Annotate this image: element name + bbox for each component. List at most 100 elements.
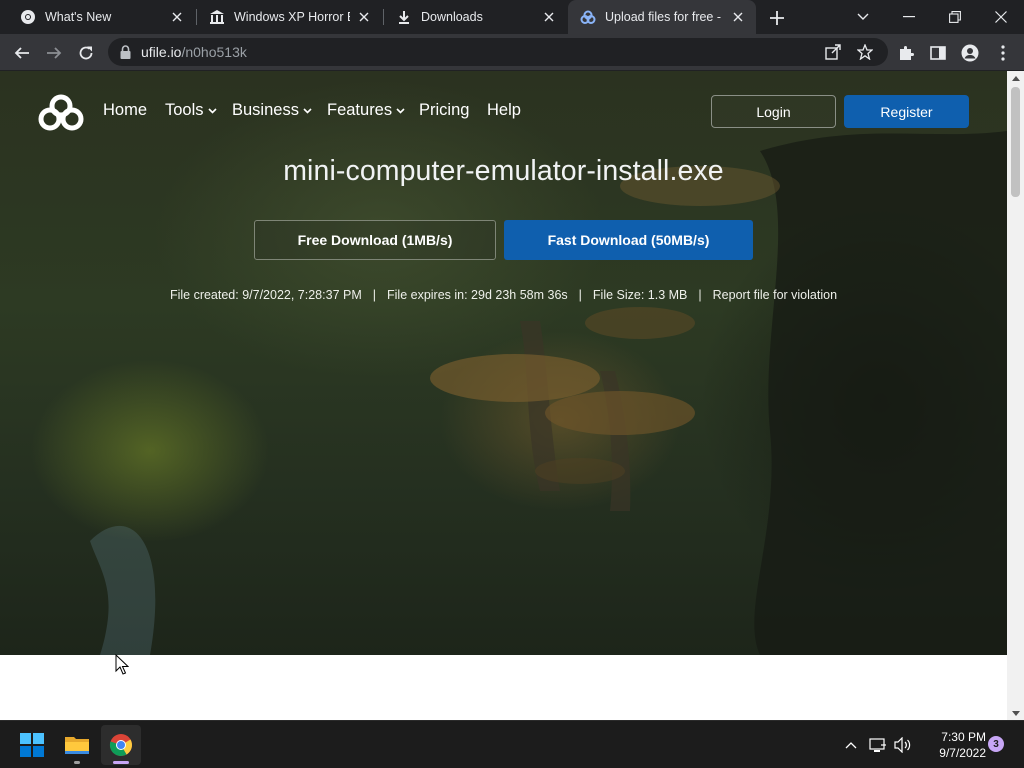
- nav-tools-label: Tools: [165, 101, 204, 119]
- close-window-button[interactable]: [978, 0, 1024, 34]
- hero-section: Home Tools Business Features Pricing Hel…: [0, 71, 1007, 655]
- login-button[interactable]: Login: [711, 95, 836, 128]
- nav-features[interactable]: Features: [327, 101, 406, 120]
- ufile-icon: [580, 9, 596, 25]
- volume-icon[interactable]: [893, 735, 913, 755]
- page-viewport: Home Tools Business Features Pricing Hel…: [0, 71, 1007, 720]
- chrome-icon: [20, 9, 36, 25]
- chevron-down-icon: [207, 106, 218, 116]
- file-explorer-icon: [65, 737, 89, 754]
- minimize-button[interactable]: [886, 0, 932, 34]
- tab-downloads[interactable]: Downloads: [384, 0, 567, 34]
- start-button[interactable]: [12, 725, 52, 765]
- back-button[interactable]: [9, 40, 35, 66]
- taskbar-chrome[interactable]: [101, 725, 141, 765]
- meta-separator: |: [372, 288, 376, 302]
- restore-icon: [949, 11, 961, 23]
- side-panel-icon: [930, 46, 946, 60]
- active-indicator: [113, 761, 129, 764]
- mouse-cursor-icon: [115, 654, 129, 675]
- fast-download-button[interactable]: Fast Download (50MB/s): [504, 220, 753, 260]
- report-file-link[interactable]: Report file for violation: [713, 288, 837, 302]
- forward-button[interactable]: [41, 40, 67, 66]
- profile-button[interactable]: [957, 40, 983, 66]
- extensions-button[interactable]: [893, 40, 919, 66]
- chrome-icon: [109, 734, 132, 757]
- chevron-down-icon: [396, 106, 406, 116]
- meta-separator: |: [578, 288, 582, 302]
- side-panel-button[interactable]: [925, 40, 951, 66]
- bookmark-star-icon[interactable]: [857, 44, 873, 60]
- tab-title: Upload files for free - n: [605, 10, 724, 24]
- avatar-icon: [961, 44, 979, 62]
- chrome-menu-button[interactable]: [990, 40, 1016, 66]
- museum-icon: [209, 9, 225, 25]
- puzzle-icon: [900, 46, 914, 60]
- file-expires-text: File expires in: 29d 23h 58m 36s: [387, 288, 568, 302]
- share-icon[interactable]: [825, 44, 841, 60]
- clock-date: 9/7/2022: [939, 746, 986, 760]
- tab-windows-xp-horror[interactable]: Windows XP Horror Ed: [197, 0, 382, 34]
- free-download-button[interactable]: Free Download (1MB/s): [254, 220, 496, 260]
- notification-badge[interactable]: 3: [988, 736, 1004, 752]
- url-text: ufile.io/n0ho513k: [141, 44, 247, 60]
- nav-home-label: Home: [103, 101, 148, 119]
- url-host: ufile.io: [141, 44, 182, 60]
- tab-title: Downloads: [421, 10, 483, 24]
- scroll-up-arrow-icon[interactable]: [1007, 71, 1024, 85]
- close-icon: [995, 11, 1007, 23]
- lock-icon[interactable]: [120, 45, 131, 59]
- tab-ufile-active[interactable]: Upload files for free - n: [568, 0, 756, 34]
- chevron-down-icon: [303, 106, 313, 116]
- file-name-heading: mini-computer-emulator-install.exe: [283, 155, 724, 187]
- nav-tools[interactable]: Tools: [165, 101, 218, 120]
- download-icon: [396, 9, 412, 25]
- tab-search-button[interactable]: [840, 0, 886, 34]
- reload-button[interactable]: [73, 40, 99, 66]
- browser-toolbar: ufile.io/n0ho513k: [0, 34, 1024, 71]
- system-clock[interactable]: 7:30 PM 9/7/2022: [918, 729, 986, 761]
- nav-pricing-label: Pricing: [419, 101, 470, 119]
- more-vertical-icon: [1001, 45, 1005, 61]
- windows-taskbar: 7:30 PM 9/7/2022 3: [0, 720, 1024, 768]
- chevron-down-icon: [857, 13, 869, 20]
- nav-features-label: Features: [327, 101, 393, 119]
- nav-pricing[interactable]: Pricing: [419, 101, 469, 120]
- new-tab-button[interactable]: [765, 6, 789, 30]
- start-icon: [20, 733, 44, 757]
- nav-home[interactable]: Home: [103, 101, 147, 120]
- nav-business-label: Business: [232, 101, 299, 119]
- back-arrow-icon: [14, 47, 29, 59]
- address-bar[interactable]: ufile.io/n0ho513k: [108, 38, 888, 66]
- minimize-icon: [903, 16, 915, 18]
- tab-title: Windows XP Horror Ed: [234, 10, 350, 24]
- reload-icon: [79, 46, 93, 60]
- nav-business[interactable]: Business: [232, 101, 313, 120]
- ufile-logo-icon[interactable]: [37, 93, 85, 133]
- forward-arrow-icon: [47, 47, 62, 59]
- close-tab-icon[interactable]: [356, 9, 372, 25]
- nav-help-label: Help: [487, 101, 521, 119]
- url-path: /n0ho513k: [181, 44, 247, 60]
- file-created-text: File created: 9/7/2022, 7:28:37 PM: [169, 288, 362, 302]
- tab-whats-new[interactable]: What's New: [0, 0, 195, 34]
- register-button[interactable]: Register: [844, 95, 969, 128]
- scrollbar-thumb[interactable]: [1011, 87, 1020, 197]
- taskbar-file-explorer[interactable]: [57, 725, 97, 765]
- network-icon[interactable]: [868, 735, 888, 755]
- page-scrollbar[interactable]: [1007, 71, 1024, 720]
- nav-help[interactable]: Help: [487, 101, 521, 120]
- running-indicator: [74, 761, 80, 764]
- clock-time: 7:30 PM: [941, 730, 986, 744]
- show-hidden-icons-chevron-icon[interactable]: [841, 735, 861, 755]
- file-meta-row: File created: 9/7/2022, 7:28:37 PM | Fil…: [0, 288, 1007, 302]
- file-size-text: File Size: 1.3 MB: [592, 288, 688, 302]
- meta-separator: |: [698, 288, 702, 302]
- close-tab-icon[interactable]: [541, 9, 557, 25]
- site-navbar: Home Tools Business Features Pricing Hel…: [0, 71, 1007, 151]
- tab-strip: What's New Windows XP Horror Ed Download…: [0, 0, 1024, 34]
- scroll-down-arrow-icon[interactable]: [1007, 706, 1024, 720]
- close-tab-icon[interactable]: [169, 9, 185, 25]
- close-tab-icon[interactable]: [730, 9, 746, 25]
- restore-button[interactable]: [932, 0, 978, 34]
